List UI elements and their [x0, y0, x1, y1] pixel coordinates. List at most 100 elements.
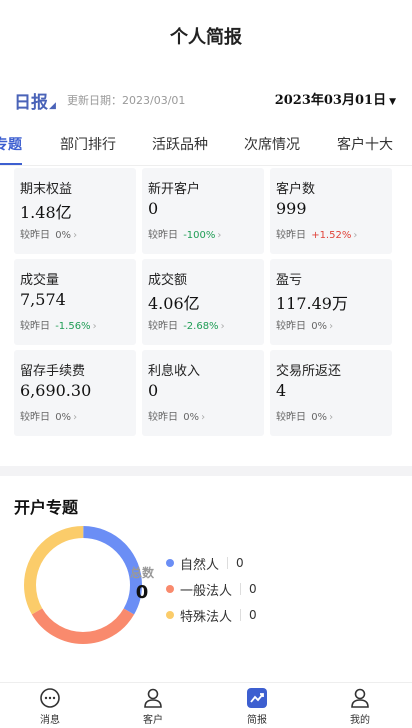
chevron-right-icon: › — [73, 230, 78, 241]
page-title: 个人简报 — [170, 27, 242, 48]
compare-label: 较昨日 — [148, 230, 178, 241]
compare-label: 较昨日 — [148, 412, 178, 423]
page-header: 个人简报 — [0, 0, 412, 72]
nav-messages[interactable]: 消息 — [10, 687, 90, 726]
nav-clients[interactable]: 客户 — [113, 687, 193, 726]
metric-label: 利息收入 — [148, 364, 201, 379]
legend-separator — [240, 583, 242, 595]
chevron-right-icon: › — [329, 321, 334, 332]
legend-count: 0 — [249, 608, 257, 622]
metric-delta: 0% — [55, 412, 72, 423]
metric-label: 交易所返还 — [276, 364, 342, 379]
chevron-right-icon: › — [201, 412, 206, 423]
selected-date: 2023年03月01日 — [274, 93, 387, 108]
tab-active-products[interactable]: 活跃品种 — [152, 134, 208, 154]
nav-mine[interactable]: 我的 — [320, 687, 400, 726]
date-picker[interactable]: 2023年03月01日 ▼ — [275, 89, 396, 108]
bottom-nav: 消息 客户 简报 我的 — [0, 682, 412, 728]
metric-delta: -100% — [183, 230, 216, 241]
tab-topic[interactable]: 专题 — [0, 134, 22, 165]
metric-label: 盈亏 — [276, 273, 303, 288]
legend-item-special[interactable]: 特殊法人 0 — [166, 602, 257, 628]
section-title: 开户专题 — [14, 498, 79, 517]
metric-compare: 较昨日 +1.52% › — [276, 226, 357, 241]
metric-compare: 较昨日 0% › — [20, 408, 77, 423]
metric-value: 6,690.30 — [20, 381, 92, 400]
metric-delta: -1.56% — [55, 321, 91, 332]
metric-label: 新开客户 — [148, 182, 201, 197]
legend-dot — [166, 585, 174, 593]
tab-seat-status[interactable]: 次席情况 — [244, 134, 300, 154]
metric-value: 1.48亿 — [20, 203, 72, 222]
compare-label: 较昨日 — [276, 412, 306, 423]
metric-delta: -2.68% — [183, 321, 219, 332]
metric-value: 0 — [148, 199, 159, 218]
nav-label: 消息 — [40, 715, 60, 726]
metric-delta: +1.52% — [311, 230, 352, 241]
user-profile-icon — [351, 688, 369, 708]
tab-department-ranking[interactable]: 部门排行 — [60, 134, 116, 154]
metric-label: 期末权益 — [20, 182, 73, 197]
metric-card[interactable]: 新开客户 0 较昨日 -100% › — [142, 168, 264, 254]
chevron-right-icon: › — [329, 412, 334, 423]
metric-label: 成交额 — [148, 273, 188, 288]
legend-label: 自然人 — [180, 557, 220, 573]
metric-compare: 较昨日 0% › — [276, 408, 333, 423]
legend-separator — [227, 557, 229, 569]
metric-card[interactable]: 成交额 4.06亿 较昨日 -2.68% › — [142, 259, 264, 345]
nav-label: 我的 — [350, 715, 370, 726]
metric-compare: 较昨日 -1.56% › — [20, 317, 97, 332]
metric-card[interactable]: 盈亏 117.49万 较昨日 0% › — [270, 259, 392, 345]
nav-label: 客户 — [143, 715, 163, 726]
metric-label: 留存手续费 — [20, 364, 86, 379]
legend-separator — [240, 609, 242, 621]
person-icon — [144, 688, 162, 708]
legend-item-general[interactable]: 一般法人 0 — [166, 576, 257, 602]
chevron-right-icon: › — [220, 321, 225, 332]
metric-value: 4.06亿 — [148, 294, 200, 313]
metric-delta: 0% — [311, 412, 328, 423]
metric-compare: 较昨日 -2.68% › — [148, 317, 225, 332]
compare-label: 较昨日 — [276, 230, 306, 241]
nav-label: 简报 — [247, 715, 267, 726]
tab-top-clients[interactable]: 客户十大 — [337, 134, 393, 154]
metric-value: 4 — [276, 381, 287, 400]
legend-item-natural[interactable]: 自然人 0 — [166, 550, 257, 576]
metric-label: 成交量 — [20, 273, 60, 288]
chevron-right-icon: › — [73, 412, 78, 423]
metric-compare: 较昨日 0% › — [148, 408, 205, 423]
legend-dot — [166, 559, 174, 567]
chevron-right-icon: › — [353, 230, 358, 241]
chevron-down-icon: ▼ — [389, 97, 396, 107]
chevron-right-icon: › — [92, 321, 97, 332]
trend-chart-icon — [247, 688, 267, 708]
metric-compare: 较昨日 0% › — [20, 226, 77, 241]
legend-dot — [166, 611, 174, 619]
compare-label: 较昨日 — [20, 321, 50, 332]
metric-delta: 0% — [55, 230, 72, 241]
metric-compare: 较昨日 0% › — [276, 317, 333, 332]
metric-card[interactable]: 客户数 999 较昨日 +1.52% › — [270, 168, 392, 254]
nav-briefing[interactable]: 简报 — [217, 687, 297, 726]
report-type-selector[interactable]: 日报◢ — [14, 88, 56, 113]
legend-count: 0 — [236, 556, 244, 570]
legend-label: 一般法人 — [180, 583, 233, 599]
metric-card[interactable]: 利息收入 0 较昨日 0% › — [142, 350, 264, 436]
metric-value: 7,574 — [20, 290, 66, 309]
metric-card[interactable]: 成交量 7,574 较昨日 -1.56% › — [14, 259, 136, 345]
compare-label: 较昨日 — [276, 321, 306, 332]
metric-card[interactable]: 交易所返还 4 较昨日 0% › — [270, 350, 392, 436]
compare-label: 较昨日 — [20, 230, 50, 241]
metric-label: 客户数 — [276, 182, 316, 197]
metric-value: 0 — [148, 381, 159, 400]
section-divider — [0, 466, 412, 476]
compare-label: 较昨日 — [148, 321, 178, 332]
compare-label: 较昨日 — [20, 412, 50, 423]
legend-label: 特殊法人 — [180, 609, 233, 625]
metric-card[interactable]: 期末权益 1.48亿 较昨日 0% › — [14, 168, 136, 254]
donut-center: 总数 0 — [24, 526, 154, 644]
chart-legend: 自然人 0 一般法人 0 特殊法人 0 — [166, 550, 257, 628]
metric-card[interactable]: 留存手续费 6,690.30 较昨日 0% › — [14, 350, 136, 436]
update-date: 更新日期：2023/03/01 — [67, 94, 186, 107]
chat-bubble-icon — [40, 688, 60, 708]
